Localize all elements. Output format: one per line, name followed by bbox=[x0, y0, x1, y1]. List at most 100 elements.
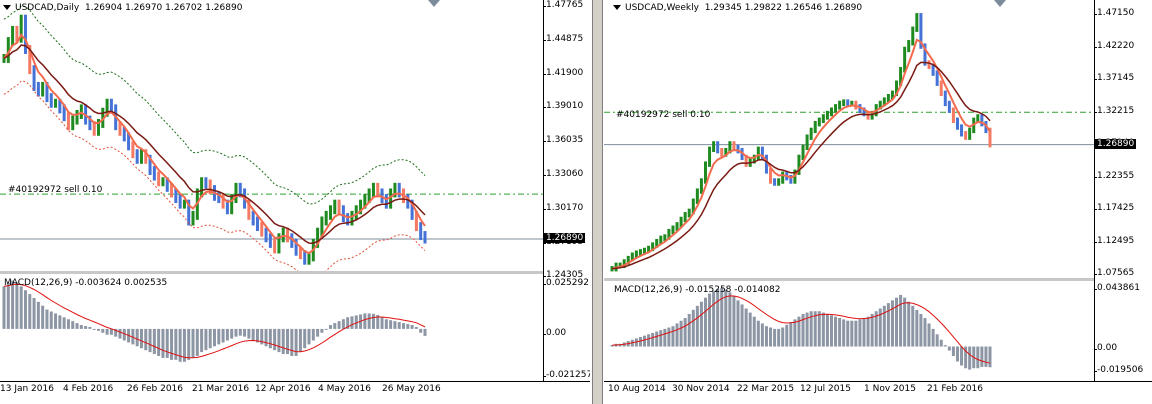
macd-histogram-bar bbox=[655, 331, 659, 347]
chart-scroll-marker-icon[interactable] bbox=[994, 0, 1006, 7]
window-divider[interactable] bbox=[592, 0, 603, 404]
price-bar bbox=[838, 100, 842, 110]
weekly-price-plot[interactable] bbox=[604, 0, 1094, 278]
price-tick-label: 1.47150 bbox=[1093, 8, 1135, 18]
daily-chart-window[interactable]: USDCAD,Daily 1.26904 1.26970 1.26702 1.2… bbox=[0, 0, 590, 404]
macd-histogram-bar bbox=[32, 297, 36, 329]
price-bar bbox=[406, 194, 410, 209]
macd-histogram-bar bbox=[850, 320, 854, 347]
macd-histogram-bar bbox=[397, 322, 401, 329]
macd-histogram-bar bbox=[736, 300, 740, 347]
price-tick-label: 1.17425 bbox=[1093, 203, 1135, 213]
macd-histogram-bar bbox=[384, 319, 388, 329]
macd-histogram-bar bbox=[813, 311, 817, 347]
price-bar bbox=[66, 112, 70, 131]
macd-histogram-bar bbox=[980, 346, 984, 367]
price-bar bbox=[777, 178, 781, 186]
price-bar bbox=[341, 205, 345, 223]
price-bar bbox=[805, 134, 809, 150]
macd-histogram-bar bbox=[264, 328, 268, 347]
macd-histogram-bar bbox=[414, 326, 418, 329]
macd-histogram-bar bbox=[311, 328, 315, 341]
price-bar bbox=[809, 127, 813, 140]
macd-histogram-bar bbox=[290, 328, 294, 356]
macd-histogram-bar bbox=[675, 323, 679, 347]
macd-histogram-bar bbox=[817, 311, 821, 347]
price-bar bbox=[968, 127, 972, 140]
macd-histogram-bar bbox=[208, 328, 212, 349]
price-bar bbox=[817, 117, 821, 127]
macd-histogram-bar bbox=[105, 328, 109, 335]
price-bar bbox=[264, 227, 268, 243]
macd-histogram-bar bbox=[92, 328, 96, 330]
macd-histogram-bar bbox=[712, 290, 716, 347]
macd-histogram-bar bbox=[683, 318, 687, 347]
price-bar bbox=[955, 117, 959, 130]
price-bar bbox=[712, 141, 716, 153]
macd-histogram-bar bbox=[191, 328, 195, 358]
macd-histogram-bar bbox=[895, 297, 899, 347]
price-tick-label: 1.22355 bbox=[1093, 170, 1135, 181]
macd-histogram-bar bbox=[931, 328, 935, 347]
macd-histogram-bar bbox=[643, 335, 647, 347]
price-tick-label: 1.37145 bbox=[1093, 73, 1135, 83]
chart-menu-icon[interactable] bbox=[3, 4, 11, 10]
price-bar bbox=[41, 81, 45, 97]
weekly-time-axis[interactable]: 10 Aug 2014 30 Nov 2014 22 Mar 2015 12 Jul … bbox=[604, 381, 1152, 404]
weekly-order-label: #40192972 sell 0.10 bbox=[616, 110, 711, 120]
price-bar bbox=[419, 222, 423, 241]
price-bar bbox=[268, 233, 272, 248]
price-tick-label: 1.07565 bbox=[1093, 268, 1135, 278]
daily-macd-plot[interactable] bbox=[0, 274, 543, 381]
macd-histogram-bar bbox=[268, 328, 272, 349]
macd-histogram-bar bbox=[716, 288, 720, 347]
price-bar bbox=[204, 177, 208, 189]
macd-histogram-bar bbox=[825, 313, 829, 347]
daily-price-plot[interactable] bbox=[0, 0, 543, 271]
weekly-macd-plot[interactable] bbox=[604, 281, 1094, 381]
macd-histogram-bar bbox=[943, 345, 947, 347]
macd-histogram-bar bbox=[303, 328, 307, 349]
date-tick-label: 26 May 2016 bbox=[382, 384, 441, 394]
price-bar bbox=[191, 210, 195, 226]
macd-histogram-bar bbox=[161, 328, 165, 358]
price-bar bbox=[251, 210, 255, 226]
macd-histogram-bar bbox=[423, 328, 427, 336]
macd-histogram-bar bbox=[277, 328, 281, 353]
macd-histogram-bar bbox=[230, 328, 234, 339]
macd-histogram-bar bbox=[165, 328, 169, 358]
daily-time-axis[interactable]: 13 Jan 2016 4 Feb 2016 26 Feb 2016 21 Mar 2… bbox=[0, 381, 590, 404]
weekly-chart-window[interactable]: USDCAD,Weekly 1.29345 1.29822 1.26546 1.… bbox=[604, 0, 1152, 404]
daily-macd-label: MACD(12,26,9) -0.003624 0.002535 bbox=[4, 278, 168, 288]
chart-menu-icon[interactable] bbox=[613, 4, 621, 10]
macd-histogram-bar bbox=[846, 320, 850, 347]
macd-tick-label: 0.00 bbox=[1093, 343, 1118, 353]
price-bar bbox=[333, 199, 337, 215]
macd-histogram-bar bbox=[821, 312, 825, 347]
macd-histogram-bar bbox=[6, 282, 10, 329]
chart-scroll-marker-icon[interactable] bbox=[428, 0, 440, 7]
macd-histogram-bar bbox=[890, 300, 894, 347]
macd-histogram-bar bbox=[19, 286, 23, 329]
macd-histogram-bar bbox=[651, 332, 655, 347]
price-bar bbox=[423, 231, 427, 244]
macd-histogram-bar bbox=[58, 315, 62, 329]
price-bar bbox=[71, 115, 75, 131]
daily-price-scale[interactable]: 1.47765 1.44875 1.41900 1.39010 1.36035 1.330… bbox=[542, 0, 590, 381]
price-bar bbox=[947, 100, 951, 113]
macd-histogram-bar bbox=[752, 316, 756, 347]
date-tick-label: 21 Mar 2016 bbox=[192, 384, 250, 394]
daily-symbol-label: USDCAD,Daily bbox=[15, 3, 80, 13]
macd-tick-label: 0.00 bbox=[542, 328, 567, 338]
macd-histogram-bar bbox=[393, 321, 397, 329]
macd-histogram-bar bbox=[659, 330, 663, 347]
macd-histogram-bar bbox=[157, 328, 161, 356]
macd-histogram-bar bbox=[251, 328, 255, 341]
macd-histogram-bar bbox=[838, 318, 842, 347]
macd-histogram-bar bbox=[667, 327, 671, 347]
macd-histogram-bar bbox=[728, 292, 732, 347]
price-tick-label: 1.44875 bbox=[542, 33, 584, 44]
macd-histogram-bar bbox=[955, 346, 959, 362]
macd-histogram-bar bbox=[862, 318, 866, 347]
weekly-price-scale[interactable]: 1.471501.422201.371451.322151.271401.223… bbox=[1093, 0, 1152, 381]
